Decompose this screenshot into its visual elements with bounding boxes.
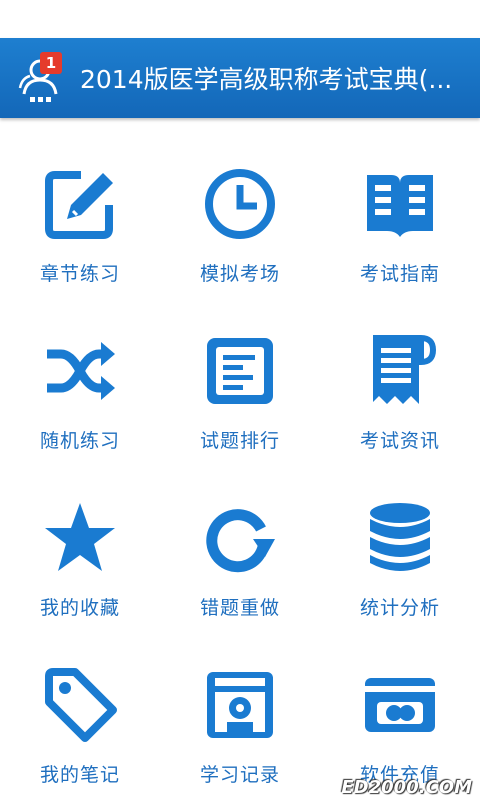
redo-icon — [206, 509, 275, 573]
menu-item-exam-news[interactable]: 考试资讯 — [320, 285, 480, 452]
menu-item-redo-mistakes[interactable]: 错题重做 — [160, 452, 320, 619]
page-title: 2014版医学高级职称考试宝典(... — [80, 65, 453, 94]
notification-badge: 1 — [40, 52, 62, 74]
menu-label: 学习记录 — [199, 764, 280, 786]
star-icon — [45, 503, 115, 571]
database-icon — [370, 503, 430, 571]
menu-item-mock-exam[interactable]: 模拟考场 — [160, 118, 320, 285]
tag-icon — [45, 668, 117, 742]
menu-item-study-records[interactable]: 学习记录 — [160, 619, 320, 786]
menu-item-exam-guide[interactable]: 考试指南 — [320, 118, 480, 285]
status-bar — [0, 0, 480, 38]
document-icon — [207, 338, 273, 404]
menu-item-my-favorites[interactable]: 我的收藏 — [0, 452, 160, 619]
menu-grid: 章节练习 模拟考场 考试指南 随机练习 试题排行 考试资讯 我的收藏 错题重做 … — [0, 118, 480, 800]
watermark: ED2000.COM — [341, 777, 472, 798]
menu-item-chapter-practice[interactable]: 章节练习 — [0, 118, 160, 285]
book-icon — [367, 175, 433, 237]
menu-label: 考试资讯 — [359, 430, 440, 452]
menu-label: 考试指南 — [359, 263, 440, 285]
menu-item-random-practice[interactable]: 随机练习 — [0, 285, 160, 452]
menu-label: 我的笔记 — [39, 764, 120, 786]
disk-icon — [207, 672, 273, 738]
menu-item-question-ranking[interactable]: 试题排行 — [160, 285, 320, 452]
clock-icon — [205, 169, 275, 239]
shuffle-icon — [47, 342, 115, 400]
menu-item-recharge[interactable]: 软件充值 — [320, 619, 480, 786]
menu-item-statistics[interactable]: 统计分析 — [320, 452, 480, 619]
menu-label: 统计分析 — [359, 597, 440, 619]
edit-icon — [45, 171, 113, 239]
menu-label: 我的收藏 — [39, 597, 120, 619]
menu-label: 章节练习 — [39, 263, 120, 285]
menu-label: 随机练习 — [39, 430, 120, 452]
menu-item-my-notes[interactable]: 我的笔记 — [0, 619, 160, 786]
title-bar: 1 2014版医学高级职称考试宝典(... — [0, 38, 480, 118]
receipt-icon — [373, 335, 437, 404]
card-icon — [365, 678, 435, 732]
menu-label: 错题重做 — [199, 597, 280, 619]
menu-label: 试题排行 — [199, 430, 280, 452]
menu-label: 模拟考场 — [199, 263, 280, 285]
